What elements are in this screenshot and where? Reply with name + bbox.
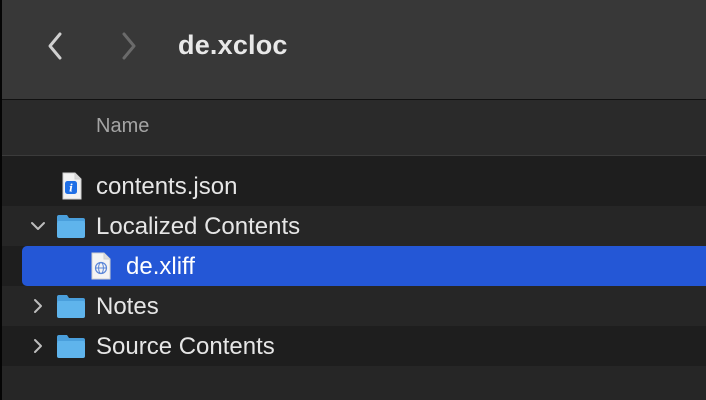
list-item-label: de.xliff [126, 253, 195, 280]
disclosure-expanded-icon[interactable] [30, 218, 46, 234]
list-item[interactable]: i contents.json [2, 166, 706, 206]
window-title: de.xcloc [178, 30, 288, 60]
back-button[interactable] [42, 28, 70, 64]
list-item-label: contents.json [96, 173, 238, 200]
column-header-name[interactable]: Name [96, 115, 149, 138]
chevron-right-icon [122, 32, 136, 60]
finder-window: de.xcloc Name i contents.json Localized … [0, 0, 706, 400]
toolbar: de.xcloc [2, 0, 706, 100]
list-item[interactable]: Source Contents [2, 326, 706, 366]
forward-button[interactable] [114, 28, 142, 64]
disclosure-collapsed-icon[interactable] [30, 298, 46, 314]
folder-icon [56, 332, 86, 360]
xliff-file-icon [86, 252, 116, 280]
list-item-label: Notes [96, 293, 159, 320]
list-item[interactable]: Localized Contents [2, 206, 706, 246]
chevron-left-icon [48, 32, 62, 60]
disclosure-collapsed-icon[interactable] [30, 338, 46, 354]
folder-icon [56, 292, 86, 320]
list-item[interactable]: Notes [2, 286, 706, 326]
json-file-icon: i [56, 172, 86, 200]
empty-row [2, 366, 706, 400]
file-list: i contents.json Localized Contents de.xl… [2, 166, 706, 400]
list-item-selected[interactable]: de.xliff [22, 246, 706, 286]
folder-icon [56, 212, 86, 240]
list-item-label: Localized Contents [96, 213, 301, 240]
list-header: Name [2, 100, 706, 156]
svg-text:i: i [69, 184, 73, 195]
list-item-label: Source Contents [96, 333, 275, 360]
